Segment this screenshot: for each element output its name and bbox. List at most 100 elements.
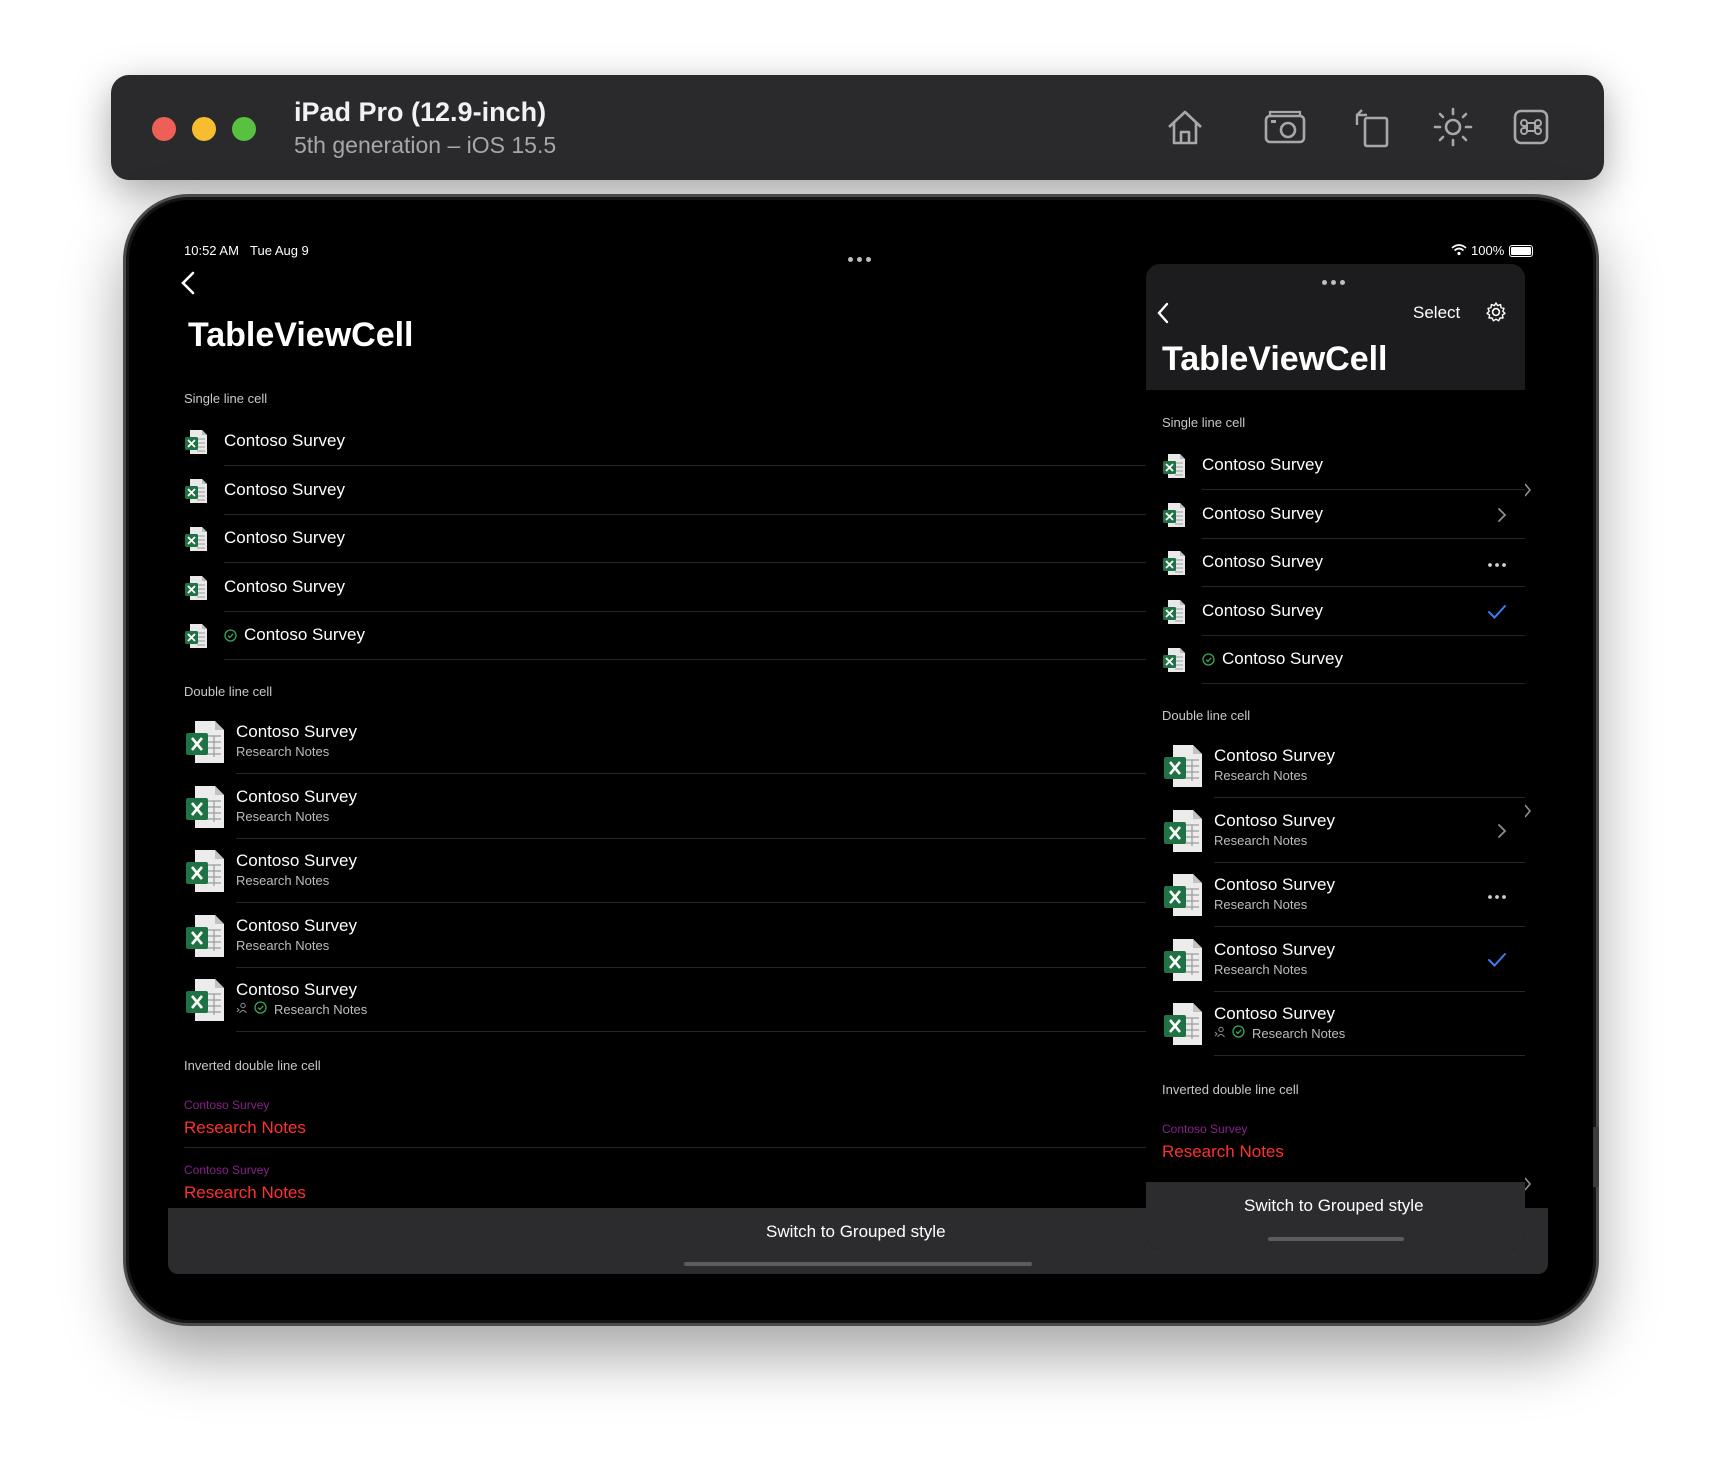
cell-subtitle: Research Notes [1214, 961, 1308, 977]
excel-file-icon [1162, 647, 1186, 673]
list-item[interactable]: Contoso Survey [168, 418, 1146, 466]
excel-file-icon [1162, 502, 1186, 528]
list-item[interactable]: Contoso Survey Research Notes [168, 775, 1146, 839]
more-icon[interactable] [1487, 555, 1507, 573]
excel-file-icon [1162, 599, 1186, 625]
checkmark-circle-icon [1202, 653, 1215, 671]
minimize-window-button[interactable] [192, 117, 216, 141]
home-icon[interactable] [1161, 103, 1209, 151]
cell-subtitle: Research Notes [236, 937, 330, 953]
excel-file-icon [184, 913, 226, 959]
list-item[interactable]: Contoso Survey [1146, 491, 1525, 539]
cell-subtitle: Research Notes [184, 1183, 306, 1202]
section-header-single: Single line cell [1162, 415, 1246, 430]
cell-title: Contoso Survey [1214, 746, 1335, 765]
cell-subtitle: Research Notes [1214, 768, 1308, 783]
gear-icon[interactable] [1485, 301, 1507, 328]
section-header-inverted: Inverted double line cell [1162, 1082, 1299, 1097]
cell-subtitle: Research Notes [1214, 897, 1308, 912]
cell-title: Contoso Survey [236, 915, 357, 935]
cell-title: Contoso Survey [184, 1098, 270, 1112]
cell-subtitle: Research Notes [1252, 1026, 1346, 1041]
excel-file-icon [184, 478, 208, 504]
page-title: TableViewCell [1162, 340, 1388, 378]
wifi-icon [1451, 243, 1467, 261]
list-item[interactable]: Contoso Survey [1146, 636, 1525, 684]
list-item[interactable]: Contoso Survey Research Notes [168, 710, 1146, 774]
list-item[interactable]: Contoso Survey Research Notes [168, 839, 1146, 903]
cell-title: Contoso Survey [1214, 875, 1335, 894]
cell-title: Contoso Survey [1214, 1004, 1335, 1023]
cell-title: Contoso Survey [1214, 939, 1335, 959]
list-item[interactable]: Contoso Survey Research Notes [168, 1149, 1146, 1213]
list-item[interactable]: Contoso Survey Research Notes [168, 904, 1146, 968]
list-item[interactable]: Contoso Survey Research Notes [168, 968, 1146, 1032]
command-icon[interactable] [1507, 103, 1555, 151]
select-button[interactable]: Select [1413, 303, 1460, 323]
cell-title: Contoso Survey [236, 722, 357, 741]
list-item[interactable]: Contoso Survey [168, 515, 1146, 563]
checkmark-circle-icon [224, 629, 237, 647]
multitasking-dots-icon[interactable] [846, 249, 873, 267]
status-date: Tue Aug 9 [250, 243, 309, 258]
zoom-window-button[interactable] [232, 117, 256, 141]
excel-file-icon [1162, 1001, 1204, 1047]
excel-file-icon [184, 429, 208, 455]
list-item[interactable]: Contoso Survey Research Notes [1146, 992, 1525, 1056]
section-header-double: Double line cell [184, 684, 273, 699]
screenshot-icon[interactable] [1261, 103, 1309, 151]
cell-title: Contoso Survey [224, 431, 345, 450]
cell-title: Contoso Survey [236, 851, 357, 870]
list-item[interactable]: Contoso Survey [1146, 442, 1525, 490]
cell-title: Contoso Survey [244, 625, 365, 644]
list-item[interactable]: Contoso Survey Research Notes [1146, 1108, 1525, 1172]
section-header-double: Double line cell [1162, 708, 1251, 723]
chevron-right-icon [1524, 483, 1532, 502]
back-button[interactable] [180, 270, 196, 304]
section-header-inverted: Inverted double line cell [184, 1058, 321, 1073]
excel-file-icon [1162, 872, 1204, 918]
excel-file-icon [1162, 937, 1204, 983]
appearance-icon[interactable] [1429, 103, 1477, 151]
bottom-toolbar: Switch to Grouped style [1146, 1182, 1525, 1249]
close-window-button[interactable] [152, 117, 176, 141]
excel-file-icon [184, 719, 226, 765]
excel-file-icon [1162, 808, 1204, 854]
cell-title: Contoso Survey [236, 786, 357, 806]
list-item[interactable]: Contoso Survey Research Notes [168, 1084, 1146, 1148]
back-button[interactable] [1155, 301, 1171, 330]
row-separator [184, 1147, 1146, 1148]
list-item[interactable]: Contoso Survey [168, 564, 1146, 612]
checkmark-icon[interactable] [1487, 604, 1507, 625]
switch-grouped-style-button[interactable]: Switch to Grouped style [1244, 1196, 1424, 1216]
slide-over-grabber-icon[interactable] [1320, 272, 1347, 290]
list-item[interactable]: Contoso Survey Research Notes [1146, 799, 1525, 863]
more-icon[interactable] [1487, 887, 1507, 905]
section-header-single: Single line cell [184, 391, 268, 406]
simulator-titlebar: iPad Pro (12.9-inch) 5th generation – iO… [111, 75, 1604, 180]
list-item[interactable]: Contoso Survey [1146, 539, 1525, 587]
cell-title: Contoso Survey [224, 528, 345, 547]
chevron-right-icon[interactable] [1497, 507, 1507, 528]
list-item[interactable]: Contoso Survey [168, 467, 1146, 515]
chevron-right-icon[interactable] [1497, 823, 1507, 844]
row-separator [224, 659, 1146, 660]
rotate-icon[interactable] [1349, 103, 1397, 151]
cell-subtitle: Research Notes [236, 808, 330, 824]
excel-file-icon [184, 977, 226, 1023]
person-icon [1214, 1025, 1226, 1043]
list-item[interactable]: Contoso Survey [1146, 588, 1525, 636]
excel-file-icon [184, 623, 208, 649]
list-item[interactable]: Contoso Survey Research Notes [1146, 863, 1525, 927]
battery-icon [1509, 245, 1533, 257]
cell-title: Contoso Survey [236, 980, 357, 999]
cell-subtitle: Research Notes [236, 744, 330, 759]
excel-file-icon [1162, 743, 1204, 789]
home-indicator [684, 1262, 1032, 1266]
switch-grouped-style-button[interactable]: Switch to Grouped style [766, 1222, 946, 1242]
list-item[interactable]: Contoso Survey [168, 612, 1146, 660]
slide-over-panel: Select TableViewCell Single line cell Co… [1146, 264, 1525, 1249]
list-item[interactable]: Contoso Survey Research Notes [1146, 928, 1525, 992]
list-item[interactable]: Contoso Survey Research Notes [1146, 734, 1525, 798]
checkmark-icon[interactable] [1487, 952, 1507, 973]
